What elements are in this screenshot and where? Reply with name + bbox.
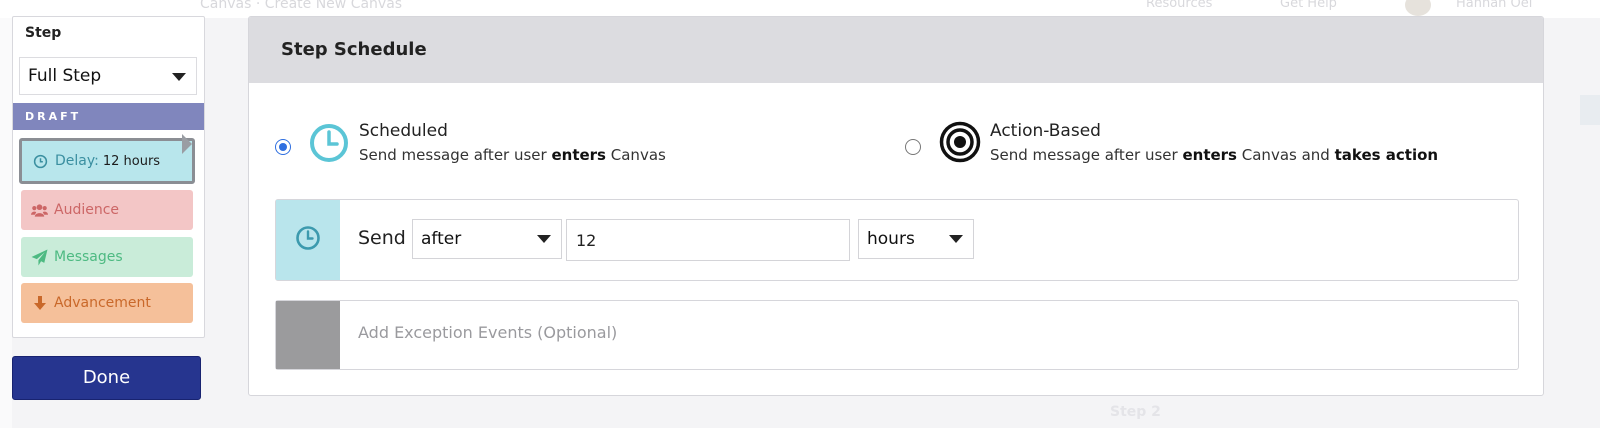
step-item-messages[interactable]: Messages [21,237,193,277]
draft-banner: DRAFT [13,103,204,130]
step-item-audience[interactable]: Audience [21,190,193,230]
step-schedule-title: Step Schedule [249,17,1543,83]
exception-events-row[interactable]: Add Exception Events (Optional) [275,300,1519,370]
step-item-audience-label: Audience [54,202,120,218]
step-item-delay-label: Delay: [55,153,99,169]
scheduled-clock-icon [309,123,349,167]
scheduled-radio[interactable] [275,139,291,155]
delay-unit-value: hours [867,229,915,249]
add-exception-events-label: Add Exception Events (Optional) [358,323,618,342]
chevron-down-icon [949,235,963,243]
send-timing-value: after [421,229,462,249]
background-avatar [1405,0,1431,16]
target-icon [939,121,981,167]
step-item-advancement-label: Advancement [54,295,151,311]
step-item-messages-label: Messages [54,249,123,265]
send-delay-row: Send after hours [275,199,1519,281]
step-item-delay-detail: 12 hours [102,153,161,169]
background-help-link: Get Help [1280,0,1337,11]
send-timing-select[interactable]: after [412,219,562,259]
delay-unit-select[interactable]: hours [858,219,974,259]
step-item-advancement[interactable]: Advancement [21,283,193,323]
scheduled-option-title: Scheduled [359,121,448,141]
send-row-sidebar [276,200,340,280]
selected-item-pointer [182,134,192,154]
action-based-radio[interactable] [905,139,921,155]
send-label: Send [358,227,406,249]
background-left-nav [0,18,12,428]
paper-plane-icon [31,249,48,266]
action-based-option-description: Send message after user enters Canvas an… [990,146,1439,164]
background-resources-link: Resources [1146,0,1213,11]
delay-amount-input[interactable] [566,219,850,261]
step-schedule-panel: Step Schedule Scheduled Send message aft… [248,16,1544,396]
step-type-value: Full Step [28,66,102,86]
background-right-edge [1580,95,1600,125]
users-icon [31,202,48,219]
background-user-name: Hannah Oel [1456,0,1533,11]
arrow-down-icon [31,295,48,312]
chevron-down-icon [172,73,186,81]
background-breadcrumb: Canvas · Create New Canvas [200,0,403,12]
scheduled-option-description: Send message after user enters Canvas [359,146,666,164]
step-type-select[interactable]: Full Step [19,57,197,95]
done-button[interactable]: Done [12,356,201,400]
clock-icon [32,153,49,170]
step-heading: Step [25,25,62,41]
background-step2-label: Step 2 [1110,404,1161,420]
chevron-down-icon [537,235,551,243]
exception-row-sidebar [276,301,340,369]
action-based-option-title: Action-Based [990,121,1101,141]
clock-icon [295,225,321,255]
step-panel: Step Full Step DRAFT Delay: 12 hours Aud… [12,16,205,338]
step-item-delay[interactable]: Delay: 12 hours [19,138,195,184]
